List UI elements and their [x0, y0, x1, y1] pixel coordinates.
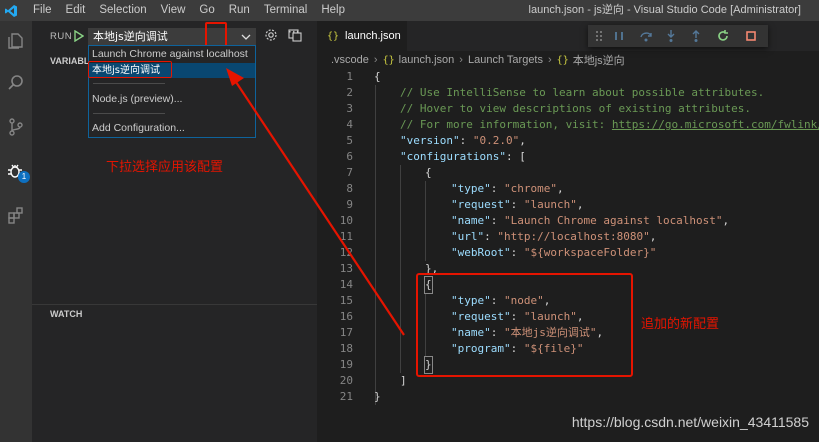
vscode-logo-icon — [0, 0, 22, 21]
dropdown-item-add-config[interactable]: Add Configuration... — [89, 121, 255, 136]
watermark: https://blog.csdn.net/weixin_43411585 — [571, 414, 809, 430]
dropdown-separator — [93, 113, 165, 114]
json-file-icon: {} — [382, 54, 395, 66]
breadcrumb-config[interactable]: 本地js逆向 — [573, 52, 625, 68]
code-line: 5 "version": "0.2.0", — [346, 134, 526, 147]
dropdown-item-chrome[interactable]: Launch Chrome against localhost — [89, 47, 255, 62]
chevron-right-icon: › — [459, 54, 463, 66]
explorer-icon[interactable] — [4, 29, 28, 53]
more-actions-icon[interactable]: ··· — [288, 25, 299, 39]
step-over-icon[interactable] — [639, 29, 653, 43]
watch-title: WATCH — [50, 309, 83, 319]
pause-icon[interactable] — [612, 29, 626, 43]
window-title: launch.json - js逆向 - Visual Studio Code … — [528, 4, 801, 16]
code-line: 9 "request": "launch", — [346, 198, 584, 211]
chevron-right-icon: › — [548, 54, 552, 66]
code-line: 4// For more information, visit: https:/… — [317, 117, 819, 133]
code-line: 2// Use IntelliSense to learn about poss… — [346, 86, 765, 99]
code-line: 6 "configurations": [ — [346, 150, 526, 163]
json-file-icon: {} — [327, 30, 340, 42]
tab-launch-json[interactable]: {} launch.json — [317, 21, 407, 51]
breadcrumb-file[interactable]: launch.json — [399, 54, 455, 66]
menu-run[interactable]: Run — [222, 0, 257, 21]
extensions-icon[interactable] — [4, 203, 28, 227]
breadcrumb-folder[interactable]: .vscode — [331, 54, 369, 66]
source-control-icon[interactable] — [4, 115, 28, 139]
run-label: RUN — [50, 30, 73, 42]
launch-config-select[interactable]: 本地js逆向调试 — [88, 28, 256, 45]
dropdown-item-node[interactable]: Node.js (preview)... — [89, 92, 255, 107]
launch-config-value: 本地js逆向调试 — [93, 30, 168, 43]
code-line: 3// Hover to view descriptions of existi… — [346, 102, 751, 115]
code-line: 11 "url": "http://localhost:8080", — [339, 230, 657, 243]
step-out-icon[interactable] — [689, 29, 703, 43]
menu-selection[interactable]: Selection — [92, 0, 153, 21]
new-config-annotation: 追加的新配置 — [641, 317, 720, 332]
code-line: 21} — [339, 390, 381, 403]
docs-link[interactable]: https://go.microsoft.com/fwlink/?L — [612, 118, 819, 131]
dropdown-annotation: 下拉选择应用该配置 — [106, 160, 224, 175]
launch-config-dropdown: Launch Chrome against localhost 本地js逆向调试… — [88, 45, 256, 138]
run-debug-icon[interactable]: 1 — [4, 159, 30, 183]
activity-bar: 1 — [0, 21, 32, 442]
drag-handle-icon[interactable] — [592, 29, 606, 43]
search-icon[interactable] — [4, 71, 28, 95]
code-editor[interactable]: 1{ 2// Use IntelliSense to learn about p… — [317, 69, 819, 442]
chevron-right-icon: › — [373, 54, 378, 66]
selected-item-highlight-box — [88, 61, 172, 78]
gear-icon[interactable] — [264, 28, 278, 42]
stop-icon[interactable] — [744, 29, 758, 43]
title-bar: File Edit Selection View Go Run Terminal… — [0, 0, 819, 21]
code-line: 12 "webRoot": "${workspaceFolder}" — [339, 246, 657, 259]
new-config-highlight-box — [416, 273, 633, 377]
code-line: 1{ — [346, 70, 381, 83]
dropdown-separator — [93, 83, 165, 84]
menu-file[interactable]: File — [26, 0, 59, 21]
start-debug-icon[interactable] — [74, 30, 84, 42]
menu-edit[interactable]: Edit — [59, 0, 93, 21]
code-line: 7{ — [346, 166, 432, 179]
restart-icon[interactable] — [716, 29, 730, 43]
code-line: 8 "type": "chrome", — [346, 182, 564, 195]
watch-section[interactable]: WATCH — [32, 304, 317, 322]
menu-terminal[interactable]: Terminal — [257, 0, 314, 21]
menu-view[interactable]: View — [154, 0, 193, 21]
breadcrumb-launch-targets[interactable]: Launch Targets — [468, 54, 543, 66]
step-into-icon[interactable] — [664, 29, 678, 43]
debug-toolbar — [588, 25, 768, 47]
chevron-down-icon[interactable] — [239, 30, 253, 44]
menu-bar: File Edit Selection View Go Run Terminal… — [26, 0, 352, 21]
code-line: 10 "name": "Launch Chrome against localho… — [339, 214, 730, 227]
menu-go[interactable]: Go — [192, 0, 221, 21]
menu-help[interactable]: Help — [314, 0, 352, 21]
tab-label: launch.json — [345, 30, 401, 42]
json-object-icon: {} — [556, 54, 569, 66]
debug-badge: 1 — [18, 171, 30, 183]
breadcrumb: .vscode › {} launch.json › Launch Target… — [317, 51, 819, 69]
